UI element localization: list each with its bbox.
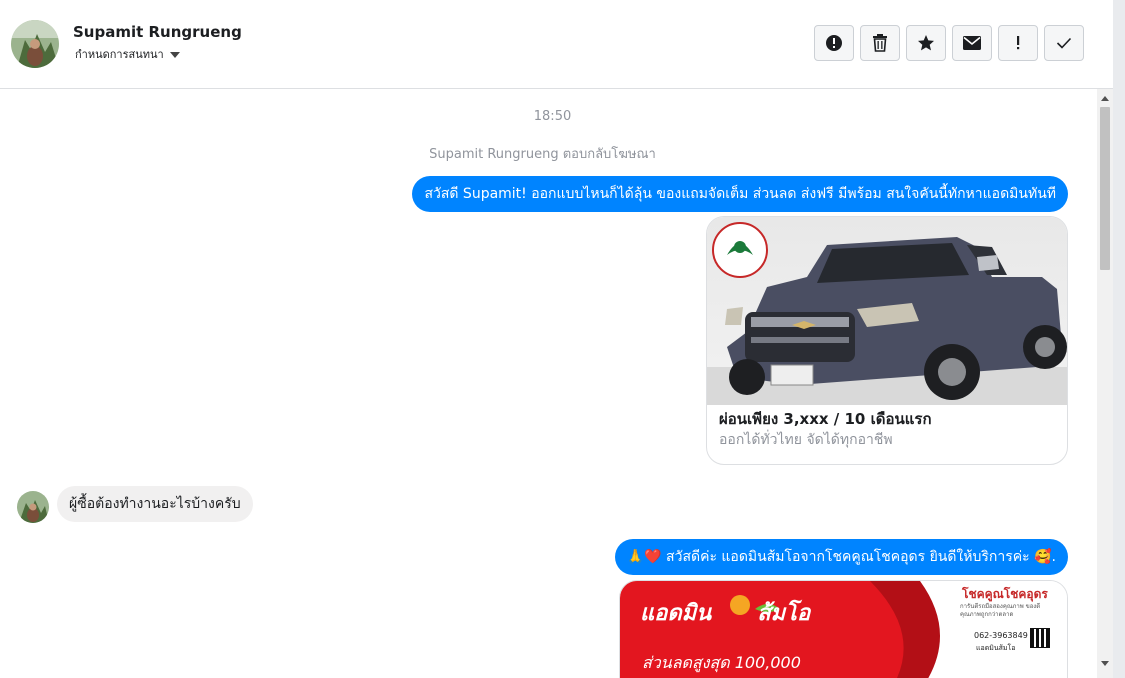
promo-headline: แอดมิน ส้มโอ	[640, 601, 811, 626]
ad-car-image	[707, 217, 1067, 405]
incoming-message[interactable]: ผู้ซื้อต้องทำงานอะไรบ้างครับ	[57, 486, 253, 522]
mark-done-button[interactable]	[1044, 25, 1084, 61]
conversation-settings-label: กำหนดการสนทนา	[75, 48, 164, 61]
ad-card-subtitle: ออกได้ทั่วไทย จัดได้ทุกอาชีพ	[719, 432, 893, 448]
outgoing-message-greeting[interactable]: 🙏❤️ สวัสดีค่ะ แอดมินส้มโอจากโชคคูณโชคอุด…	[614, 539, 1068, 575]
smiling-hearts-emoji: 🥰.	[1034, 549, 1056, 565]
contact-avatar[interactable]	[11, 20, 59, 68]
scrollbar-thumb[interactable]	[1100, 107, 1110, 270]
outgoing-message[interactable]: สวัสดี Supamit! ออกแบบไหนก็ได้ลุ้น ของแถ…	[412, 176, 1068, 212]
envelope-icon	[963, 36, 981, 50]
star-icon	[918, 35, 934, 51]
promo-discount: ส่วนลดสูงสุด 100,000	[642, 653, 801, 672]
promo-image[interactable]: แอดมิน ส้มโอ ส่วนลดสูงสุด 100,000 โชคคูณโ…	[619, 580, 1068, 678]
window-edge	[1113, 0, 1125, 678]
message-thread[interactable]: 18:50 Supamit Rungrueng ตอบกลับโฆษณา สวั…	[0, 89, 1097, 678]
conversation-header: Supamit Rungrueng กำหนดการสนทนา	[0, 0, 1113, 89]
pray-heart-emoji: 🙏❤️	[626, 549, 662, 565]
promo-phone: 062-3963849	[974, 631, 1028, 640]
promo-admin-label: แอดมินส้มโอ	[976, 644, 1016, 652]
trash-icon	[873, 34, 887, 52]
mark-spam-button[interactable]	[814, 25, 854, 61]
scroll-up-arrow-icon[interactable]	[1097, 92, 1113, 104]
exclamation-icon	[1017, 36, 1020, 50]
contact-avatar-small	[17, 491, 49, 523]
promo-brand-sub: การันตีรถมือสองคุณภาพ ของดี คุณภาพถูกกว่…	[960, 603, 1041, 618]
follow-up-button[interactable]	[998, 25, 1038, 61]
conversation-settings[interactable]: กำหนดการสนทนา	[75, 45, 180, 63]
scrollbar[interactable]	[1097, 89, 1113, 678]
promo-brand: โชคคูณโชคอุดร	[962, 587, 1048, 601]
greeting-text: สวัสดีค่ะ แอดมินส้มโอจากโชคคูณโชคอุดร ยิ…	[666, 549, 1030, 565]
scroll-down-arrow-icon[interactable]	[1097, 654, 1113, 666]
delete-button[interactable]	[860, 25, 900, 61]
message-timestamp: 18:50	[533, 109, 572, 124]
alert-circle-icon	[826, 35, 842, 51]
ad-card-title: ผ่อนเพียง 3,xxx / 10 เดือนแรก	[719, 410, 932, 428]
action-toolbar	[814, 25, 1084, 61]
check-icon	[1056, 37, 1072, 49]
mark-unread-button[interactable]	[952, 25, 992, 61]
caret-down-icon	[169, 51, 180, 58]
qr-code-icon	[1030, 628, 1050, 648]
star-button[interactable]	[906, 25, 946, 61]
contact-name[interactable]: Supamit Rungrueng	[73, 23, 242, 41]
ad-card[interactable]: ผ่อนเพียง 3,xxx / 10 เดือนแรก ออกได้ทั่ว…	[706, 216, 1068, 465]
ad-reply-context: Supamit Rungrueng ตอบกลับโฆษณา	[429, 147, 656, 162]
